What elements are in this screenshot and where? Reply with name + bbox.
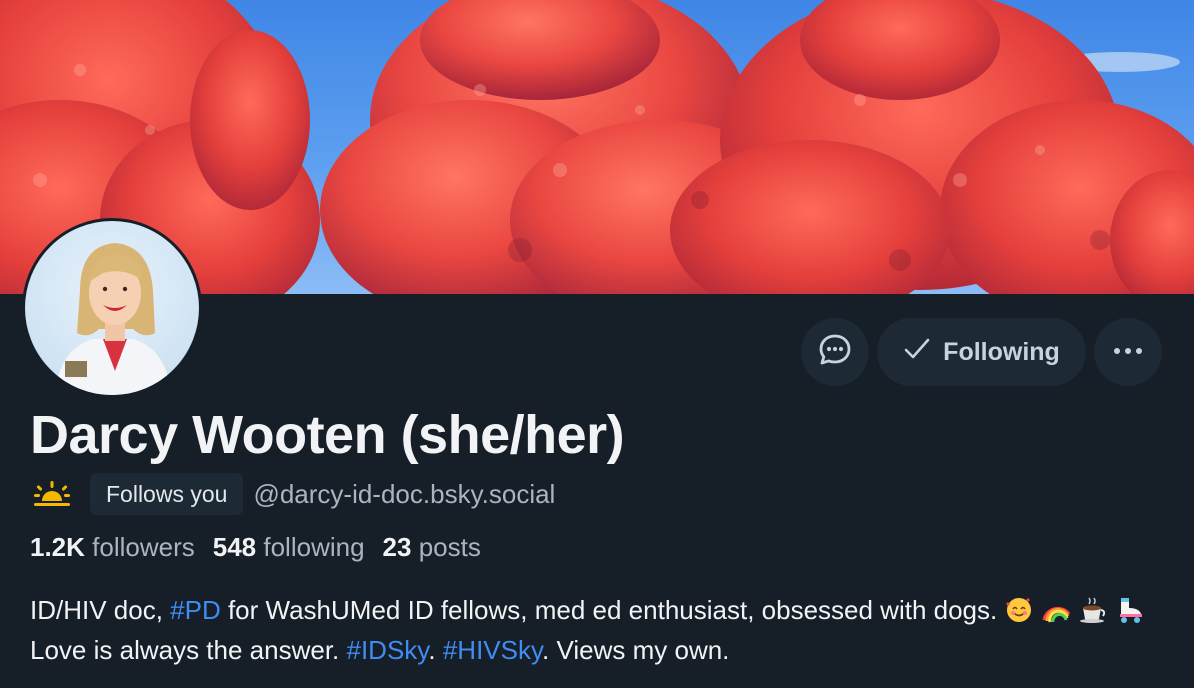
following-button[interactable]: Following <box>877 318 1086 386</box>
hashtag-link[interactable]: #IDSky <box>347 635 429 665</box>
handle-row: Follows you @darcy-id-doc.bsky.social <box>30 472 555 516</box>
following-label: following <box>263 532 365 562</box>
bio-text: . <box>428 635 443 665</box>
sun-over-horizon-icon <box>30 472 76 516</box>
bio-text: for WashUMed ID fellows, med ed enthusia… <box>220 595 1005 625</box>
posts-count: 23 <box>382 532 412 562</box>
display-name: Darcy Wooten (she/her) <box>30 405 625 465</box>
ellipsis-icon <box>1112 343 1144 361</box>
chat-bubble-icon <box>817 332 853 373</box>
hot-beverage-icon <box>1078 594 1108 624</box>
hashtag-link[interactable]: #PD <box>170 595 221 625</box>
posts-label: posts <box>418 532 481 562</box>
bio-text: Love is always the answer. <box>30 635 347 665</box>
hashtag-link[interactable]: #HIVSky <box>443 635 542 665</box>
profile-bio: ID/HIV doc, #PD for WashUMed ID fellows,… <box>30 590 1170 670</box>
follows-you-badge: Follows you <box>90 473 244 515</box>
followers-stat[interactable]: 1.2K followers <box>30 532 195 563</box>
following-count: 548 <box>212 532 257 562</box>
avatar[interactable] <box>22 218 202 398</box>
checkmark-icon <box>903 337 931 368</box>
smiling-face-with-hearts-icon <box>1004 594 1034 624</box>
following-button-label: Following <box>943 337 1060 366</box>
followers-label: followers <box>92 532 195 562</box>
message-button[interactable] <box>801 318 869 386</box>
followers-count: 1.2K <box>30 532 85 562</box>
handle[interactable]: @darcy-id-doc.bsky.social <box>253 479 555 510</box>
posts-stat: 23 posts <box>383 532 481 563</box>
roller-skate-icon <box>1115 594 1145 624</box>
following-stat[interactable]: 548 following <box>213 532 365 563</box>
bio-text: . Views my own. <box>542 635 730 665</box>
bio-text: ID/HIV doc, <box>30 595 171 625</box>
profile-stats: 1.2K followers 548 following 23 posts <box>30 532 481 563</box>
rainbow-icon <box>1041 594 1071 624</box>
more-options-button[interactable] <box>1094 318 1162 386</box>
